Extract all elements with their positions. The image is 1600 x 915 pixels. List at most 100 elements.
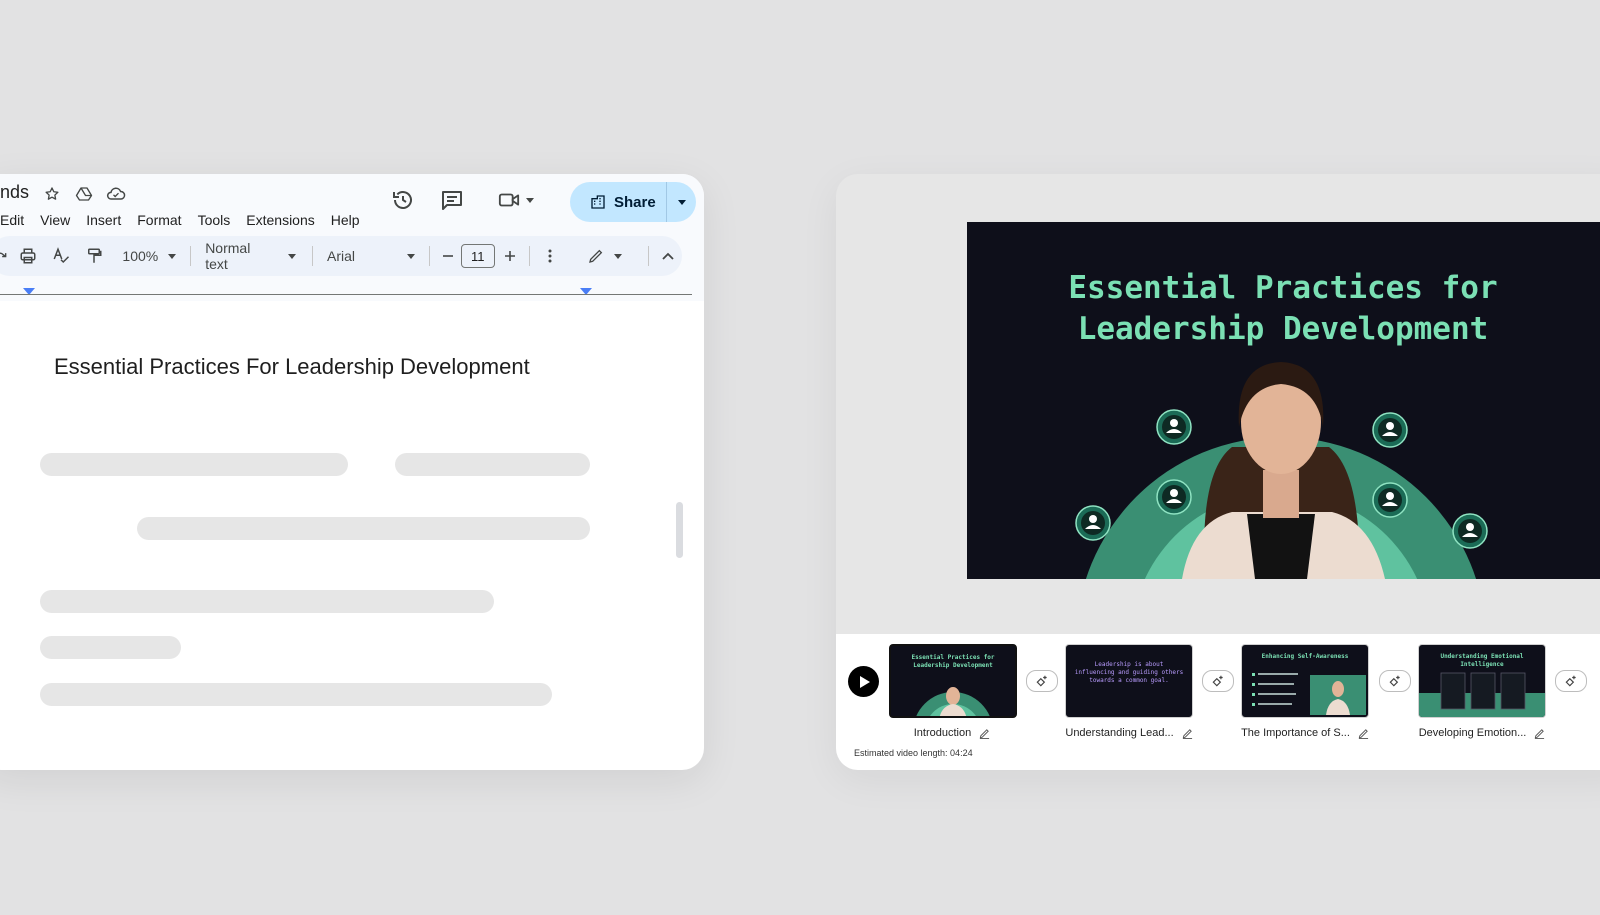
paragraph-style-value: Normal text (205, 240, 251, 272)
plus-icon[interactable] (496, 242, 523, 270)
text-placeholder (40, 683, 552, 706)
thumbnail-title: Essential Practices for Leadership Devel… (911, 654, 995, 669)
formatting-toolbar: 100% Normal text Arial 11 (0, 236, 682, 276)
transition-button[interactable] (1379, 670, 1411, 692)
menu-help[interactable]: Help (323, 210, 368, 230)
scene-label[interactable]: Developing Emotion... (1419, 727, 1527, 739)
scene-thumbnail[interactable]: Leadership is about influencing and guid… (1065, 644, 1193, 718)
text-placeholder (40, 636, 181, 659)
transition-button[interactable] (1026, 670, 1058, 692)
chevron-down-icon (288, 253, 297, 259)
scene-caption: Understanding Lead... (1054, 727, 1204, 739)
transition-icon (1212, 675, 1223, 687)
ruler (0, 294, 692, 295)
play-button[interactable] (848, 666, 879, 697)
chevron-down-icon (407, 253, 416, 259)
scene-caption: Introduction (877, 727, 1027, 739)
scene-thumbnail[interactable]: Enhancing Self-Awareness (1241, 644, 1369, 718)
menu-view[interactable]: View (32, 210, 78, 230)
chevron-down-icon (677, 199, 686, 205)
toolbar-divider (529, 246, 531, 266)
play-icon (859, 675, 870, 688)
scene-label[interactable]: Understanding Lead... (1065, 727, 1173, 739)
user-icon (1075, 505, 1111, 541)
toolbar-divider (647, 246, 649, 266)
menu-bar: Edit View Insert Format Tools Extensions… (0, 210, 368, 230)
print-icon[interactable] (11, 242, 44, 270)
zoom-select[interactable]: 100% (110, 242, 184, 270)
edit-icon[interactable] (1182, 728, 1193, 739)
transition-icon (1036, 675, 1047, 687)
user-icon (1156, 409, 1192, 445)
user-icon (1372, 412, 1408, 448)
redo-icon[interactable] (0, 242, 11, 270)
docs-window: nds Edit View Insert Format Tools Extens… (0, 174, 704, 770)
transition-button[interactable] (1555, 670, 1587, 692)
spellcheck-icon[interactable] (44, 242, 77, 270)
slide-title: Essential Practices for Leadership Devel… (1068, 270, 1498, 347)
pencil-icon (588, 249, 602, 263)
chevron-down-icon (526, 197, 534, 203)
thumbnail-text: Leadership is about influencing and guid… (1074, 661, 1184, 684)
user-icon (1452, 513, 1488, 549)
star-icon[interactable] (42, 184, 62, 204)
slide-preview[interactable]: Essential Practices for Leadership Devel… (967, 222, 1600, 579)
video-editor-window: Essential Practices for Leadership Devel… (836, 174, 1600, 770)
edit-icon[interactable] (979, 728, 990, 739)
menu-edit[interactable]: Edit (0, 210, 32, 230)
edit-icon[interactable] (1534, 728, 1545, 739)
menu-tools[interactable]: Tools (190, 210, 239, 230)
comment-icon[interactable] (438, 186, 466, 214)
scene-timeline: Essential Practices for Leadership Devel… (836, 634, 1600, 770)
transition-button[interactable] (1202, 670, 1234, 692)
document-title[interactable]: nds (0, 182, 29, 203)
scene-label[interactable]: Introduction (914, 727, 971, 739)
chevron-down-icon (613, 253, 622, 259)
font-select[interactable]: Arial (319, 242, 423, 270)
scene-label[interactable]: The Importance of S... (1241, 727, 1350, 739)
thumbnail-title: Enhancing Self-Awareness (1261, 653, 1349, 660)
menu-insert[interactable]: Insert (78, 210, 129, 230)
history-icon[interactable] (389, 186, 417, 214)
scene-caption: The Importance of S... (1230, 727, 1380, 739)
share-lock-icon (591, 195, 605, 209)
share-dropdown[interactable] (667, 182, 696, 222)
menu-format[interactable]: Format (129, 210, 189, 230)
text-placeholder (395, 453, 590, 476)
document-heading[interactable]: Essential Practices For Leadership Devel… (54, 354, 530, 380)
paint-format-icon[interactable] (77, 242, 110, 270)
drive-icon[interactable] (74, 184, 94, 204)
title-icons (42, 184, 126, 204)
toolbar-divider (429, 246, 431, 266)
toolbar-divider (312, 246, 314, 266)
share-main[interactable]: Share (570, 182, 666, 222)
more-icon[interactable] (536, 242, 563, 270)
chevron-down-icon (168, 253, 177, 259)
scene-thumbnail[interactable]: Essential Practices for Leadership Devel… (889, 644, 1017, 718)
scrollbar[interactable] (676, 502, 683, 558)
chevron-up-icon[interactable] (655, 242, 682, 270)
text-placeholder (137, 517, 590, 540)
share-label: Share (614, 193, 656, 211)
scene-caption: Developing Emotion... (1407, 727, 1557, 739)
editing-mode-select[interactable] (576, 242, 634, 270)
share-divider (666, 182, 667, 222)
cloud-icon[interactable] (106, 184, 126, 204)
font-value: Arial (327, 248, 356, 264)
toolbar-divider (190, 246, 192, 266)
video-call-icon[interactable] (492, 186, 540, 214)
minus-icon[interactable] (436, 242, 459, 270)
user-icon (1156, 479, 1192, 515)
font-size-field[interactable]: 11 (459, 242, 496, 270)
text-placeholder (40, 590, 494, 613)
text-placeholder (40, 453, 348, 476)
thumbnail-title: Understanding Emotional Intelligence (1440, 653, 1524, 668)
zoom-value: 100% (122, 248, 159, 264)
font-size-value[interactable]: 11 (460, 244, 495, 268)
menu-extensions[interactable]: Extensions (238, 210, 322, 230)
share-button[interactable]: Share (570, 182, 696, 222)
transition-icon (1389, 675, 1400, 687)
paragraph-style-select[interactable]: Normal text (197, 240, 306, 272)
edit-icon[interactable] (1358, 728, 1369, 739)
scene-thumbnail[interactable]: Understanding Emotional Intelligence (1418, 644, 1546, 718)
